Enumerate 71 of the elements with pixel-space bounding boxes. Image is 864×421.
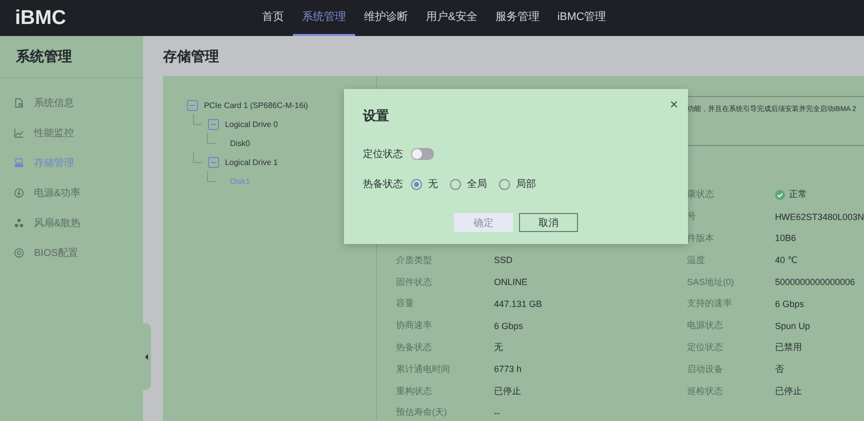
field-label: 介质类型 [396, 254, 433, 267]
field-label: 重构状态 [396, 384, 433, 398]
field-label: 启动设备 [686, 362, 724, 376]
close-button[interactable]: × [670, 97, 678, 111]
line-chart-icon [14, 128, 24, 138]
nav-tab[interactable]: 首页 [253, 0, 293, 36]
field-value: HWE62ST3480L003N [774, 212, 864, 222]
fan-icon [14, 218, 24, 228]
collapse-icon[interactable] [208, 157, 219, 168]
field-label: 定位状态 [363, 148, 404, 161]
field-value: 447.131 GB [494, 298, 543, 309]
field-value: SSD [494, 255, 514, 266]
field-value: 已停止 [494, 384, 522, 398]
field-label: 支持的速率 [686, 297, 733, 310]
logo: iBMC [15, 6, 68, 30]
collapse-handle[interactable] [142, 323, 151, 390]
nav-tab[interactable]: 维护诊断 [355, 0, 417, 36]
field-label: 热备状态 [363, 178, 404, 191]
tree-item[interactable]: PCIe Card 1 (SP686C-M-16i) [204, 101, 308, 110]
field-value: ONLINE [494, 277, 528, 288]
field-value: 6773 h [494, 364, 522, 374]
check-circle-icon [774, 190, 785, 200]
field-value: 已停止 [774, 384, 802, 398]
field-label: 容量 [396, 297, 415, 310]
radio-label[interactable]: 局部 [516, 177, 536, 191]
drive-icon [14, 158, 24, 168]
nav-tab[interactable]: 系统管理 [293, 0, 355, 36]
collapse-icon[interactable] [186, 100, 198, 111]
document-icon [14, 98, 24, 108]
field-value: 6 Gbps [494, 320, 524, 331]
field-value: -- [494, 408, 501, 418]
field-value: 否 [774, 362, 784, 376]
field-label: 号 [686, 210, 697, 224]
field-label: SAS地址(0) [686, 276, 735, 289]
field-value: 已禁用 [774, 340, 802, 354]
field-value: 正常 [788, 188, 807, 202]
field-value: Spun Up [774, 320, 810, 331]
tree-item[interactable]: Logical Drive 1 [224, 158, 278, 167]
tree-item[interactable]: Logical Drive 0 [224, 120, 278, 129]
field-label: 温度 [686, 254, 706, 267]
radio-button[interactable] [411, 178, 422, 190]
field-label: 康状态 [686, 188, 715, 202]
collapse-icon[interactable] [208, 119, 219, 130]
sidebar-title: 系统管理 [0, 36, 143, 78]
page-title: 存储管理 [162, 47, 220, 66]
field-label: 固件状态 [396, 276, 433, 289]
radio-label[interactable]: 全局 [467, 177, 487, 191]
field-value: 无 [494, 340, 504, 354]
field-value: 10B6 [774, 233, 796, 244]
nav-tab[interactable]: 服务管理 [486, 0, 548, 36]
power-icon [14, 188, 24, 198]
field-label: 热备状态 [396, 340, 433, 354]
field-label: 累计通电时间 [396, 362, 451, 376]
radio-label[interactable]: 无 [428, 177, 438, 191]
toggle-switch[interactable] [411, 148, 434, 160]
tree-item[interactable]: Disk0 [230, 139, 250, 148]
gear-icon [14, 248, 24, 258]
field-label: 巡检状态 [686, 384, 724, 398]
radio-button[interactable] [499, 178, 510, 190]
field-value: 6 Gbps [774, 298, 804, 309]
field-label: 电源状态 [686, 319, 724, 332]
nav-tab[interactable]: iBMC管理 [548, 0, 616, 36]
radio-button[interactable] [450, 178, 461, 190]
nav-tab[interactable]: 用户&安全 [417, 0, 486, 36]
dialog-title: 设置 [363, 107, 390, 125]
field-label: 定位状态 [686, 340, 724, 354]
field-value: 40 ℃ [774, 254, 798, 266]
cancel-button[interactable]: 取消 [519, 213, 578, 232]
field-label: 协商速率 [396, 319, 433, 332]
field-label: 预估寿命(天) [396, 406, 448, 420]
field-value: 5000000000000006 [774, 277, 856, 288]
